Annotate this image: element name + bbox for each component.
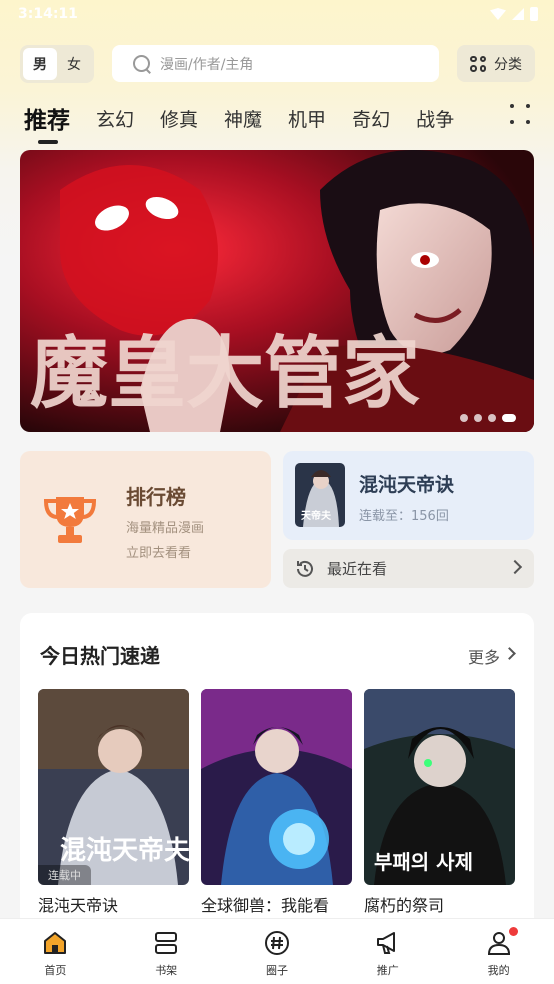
banner-pagination	[460, 414, 516, 422]
hot-section-title: 今日热门速递	[40, 644, 160, 668]
nav-home[interactable]: 首页	[0, 919, 111, 984]
notification-badge	[509, 927, 519, 936]
tab-zhanzheng[interactable]: 战争	[416, 102, 454, 134]
tab-xuanhuan[interactable]: 玄幻	[96, 102, 134, 134]
tab-qihuan[interactable]: 奇幻	[352, 102, 390, 134]
tab-xiuzhen[interactable]: 修真	[160, 102, 198, 134]
gender-female-option[interactable]: 女	[57, 48, 91, 80]
bottom-navigation: 首页 书架 圈子 推广 我的	[0, 918, 554, 984]
comic-title: 混沌天帝诀	[38, 896, 119, 915]
more-tabs-icon[interactable]	[510, 104, 530, 124]
comic-card[interactable]: 부패의 사제 腐朽的祭司	[364, 689, 515, 916]
battery-icon	[530, 7, 538, 21]
nav-label: 推广	[376, 964, 399, 977]
nav-circle[interactable]: 圈子	[222, 919, 333, 984]
banner-dot[interactable]	[474, 414, 482, 422]
status-time: 3:14:11	[18, 6, 78, 22]
nav-label: 圈子	[265, 964, 288, 977]
comic-cover-title: 부패의 사제	[374, 850, 473, 874]
category-grid-icon	[470, 55, 486, 72]
continue-cover-title: 天帝夫	[301, 509, 332, 522]
trophy-icon	[43, 497, 97, 543]
nav-label: 首页	[44, 964, 67, 977]
nav-label: 书架	[155, 964, 178, 977]
recently-viewed-button[interactable]: 最近在看	[283, 549, 534, 588]
serializing-badge: 连载中	[38, 865, 91, 885]
comic-title: 腐朽的祭司	[364, 896, 445, 915]
ranking-title: 排行榜	[126, 485, 186, 509]
home-icon	[44, 932, 67, 954]
comic-card[interactable]: 全球御兽：我能看	[201, 689, 352, 916]
tab-shenmo[interactable]: 神魔	[224, 102, 262, 134]
continue-progress: 连载至：156回	[359, 509, 449, 524]
category-label: 分类	[494, 56, 522, 73]
category-button[interactable]: 分类	[457, 45, 535, 82]
nav-profile[interactable]: 我的	[443, 919, 554, 984]
hot-more-link[interactable]: 更多	[468, 644, 500, 668]
signal-icon	[512, 8, 524, 20]
banner-title-art: 魔皇大管家	[30, 328, 420, 419]
recently-viewed-label: 最近在看	[327, 560, 388, 578]
ranking-subtitle: 海量精品漫画	[126, 521, 205, 536]
banner-dot[interactable]	[488, 414, 496, 422]
search-placeholder: 漫画/作者/主角	[160, 56, 254, 73]
continue-title: 混沌天帝诀	[359, 474, 455, 496]
status-bar: 3:14:11	[0, 0, 554, 30]
comic-cover-image: 부패의 사제	[364, 689, 515, 885]
comic-cover-title: 混沌天帝夫	[60, 835, 189, 866]
status-icons	[490, 7, 538, 21]
comic-card[interactable]: 混沌天帝夫 连载中 混沌天帝诀	[38, 689, 189, 916]
gender-male-option[interactable]: 男	[23, 48, 57, 80]
search-input[interactable]: 漫画/作者/主角	[112, 45, 439, 82]
banner-artwork: 魔皇大管家	[20, 150, 534, 432]
tab-recommend[interactable]: 推荐	[24, 102, 70, 144]
ranking-cta: 立即去看看	[126, 546, 192, 561]
tab-jijia[interactable]: 机甲	[288, 102, 326, 134]
ranking-card[interactable]: 排行榜 海量精品漫画 立即去看看	[20, 451, 271, 588]
chevron-right-icon[interactable]	[503, 647, 516, 660]
banner-dot[interactable]	[460, 414, 468, 422]
megaphone-icon	[376, 932, 395, 954]
continue-cover-image: 天帝夫	[295, 463, 345, 527]
comic-cover-image	[201, 689, 352, 885]
genre-tabs: 推荐 玄幻 修真 神魔 机甲 奇幻 战争	[24, 96, 534, 144]
history-icon	[297, 560, 313, 577]
continue-reading-card[interactable]: 天帝夫 混沌天帝诀 连载至：156回	[283, 451, 534, 540]
banner-carousel[interactable]: 魔皇大管家	[20, 150, 534, 432]
nav-bookshelf[interactable]: 书架	[111, 919, 222, 984]
hot-section: 今日热门速递 更多 混沌天帝夫 连载中 混沌天帝诀 全球御兽：我能看 부패의 사…	[20, 613, 534, 933]
comic-title: 全球御兽：我能看	[201, 896, 330, 915]
bookshelf-icon	[155, 932, 178, 954]
chevron-right-icon	[507, 559, 523, 575]
nav-label: 我的	[487, 964, 510, 977]
banner-dot-active[interactable]	[502, 414, 516, 422]
gender-toggle[interactable]: 男 女	[20, 45, 94, 83]
comic-cover-image: 混沌天帝夫 连载中	[38, 689, 189, 885]
hashtag-icon	[264, 931, 289, 955]
nav-promote[interactable]: 推广	[332, 919, 443, 984]
search-icon	[132, 54, 152, 74]
wifi-icon	[490, 8, 506, 20]
